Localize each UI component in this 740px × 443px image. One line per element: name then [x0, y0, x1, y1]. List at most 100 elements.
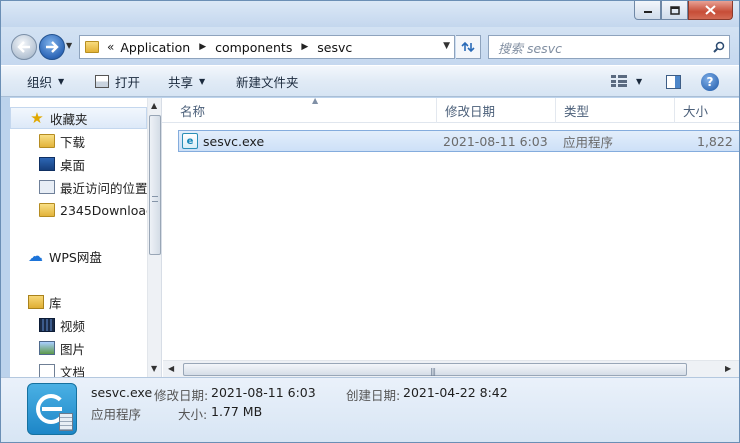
file-date: 2021-08-11 6:03	[443, 133, 548, 149]
explorer-window: ▼ « Application ▶ components ▶ sesvc ▼ 搜…	[0, 0, 740, 443]
minimize-button[interactable]	[634, 1, 661, 20]
change-view-button[interactable]	[611, 66, 627, 97]
breadcrumb-label: sesvc	[317, 39, 353, 55]
search-box[interactable]: 搜索 sesvc	[488, 35, 730, 59]
grip-icon	[152, 196, 158, 202]
help-button[interactable]: ?	[701, 66, 719, 97]
nav-label: 文档	[60, 364, 86, 378]
nav-documents[interactable]: 文档	[10, 360, 147, 377]
forward-button[interactable]	[39, 34, 65, 60]
scroll-right-arrow-icon[interactable]: ▶	[725, 364, 731, 373]
share-label: 共享	[168, 75, 194, 90]
nav-label: 视频	[60, 318, 86, 334]
folder-icon	[39, 203, 55, 217]
documents-icon	[39, 364, 55, 377]
back-button[interactable]	[11, 34, 37, 60]
views-icon	[611, 75, 627, 88]
close-button[interactable]	[688, 1, 733, 20]
cloud-icon: ☁	[28, 247, 43, 265]
file-name-cell: e sesvc.exe	[182, 131, 264, 151]
details-modified-label: 修改日期:	[154, 388, 209, 403]
nav-label: 库	[49, 295, 62, 311]
details-size-label: 大小:	[178, 407, 208, 422]
new-folder-button[interactable]: 新建文件夹	[236, 66, 299, 97]
column-label: 修改日期	[445, 104, 496, 119]
open-button[interactable]: 打开	[95, 66, 140, 97]
open-icon	[95, 75, 109, 88]
nav-label: 图片	[60, 341, 86, 357]
file-list[interactable]: 名称 ▲ 修改日期 类型 大小 e sesvc.exe 2021-08-11 6…	[161, 98, 739, 377]
nav-recent-places[interactable]: 最近访问的位置	[10, 176, 147, 198]
command-bar: 组织 ▼ 打开 共享 ▼ 新建文件夹 ▼ ?	[1, 65, 739, 97]
nav-label: 收藏夹	[50, 111, 88, 127]
close-icon	[705, 5, 716, 15]
file-name: sesvc.exe	[203, 133, 265, 149]
video-icon	[39, 318, 55, 332]
details-pane: sesvc.exe 修改日期: 2021-08-11 6:03 创建日期: 20…	[1, 377, 739, 442]
nav-favorites[interactable]: ★ 收藏夹	[10, 107, 147, 129]
caption-buttons	[634, 1, 733, 20]
title-bar[interactable]	[1, 1, 739, 27]
nav-videos[interactable]: 视频	[10, 314, 147, 336]
details-created-value: 2021-04-22 8:42	[403, 385, 508, 400]
column-header-row: 名称 ▲ 修改日期 类型 大小	[162, 98, 739, 123]
file-row-sesvc[interactable]: e sesvc.exe 2021-08-11 6:03 应用程序 1,822	[178, 130, 739, 152]
scroll-down-arrow-icon[interactable]: ▼	[151, 364, 157, 373]
file-size: 1,822	[697, 133, 733, 149]
address-bar[interactable]: « Application ▶ components ▶ sesvc ▼	[79, 35, 455, 59]
nav-scroll-thumb[interactable]	[149, 115, 161, 255]
nav-wps-cloud[interactable]: ☁ WPS网盘	[10, 245, 147, 267]
downloads-folder-icon	[39, 134, 55, 148]
nav-2345downloads[interactable]: 2345Downloac	[10, 199, 147, 221]
column-label: 名称	[180, 104, 206, 119]
library-icon	[28, 295, 44, 309]
address-dropdown[interactable]: ▼	[443, 41, 450, 51]
maximize-button[interactable]	[661, 1, 688, 20]
column-type[interactable]: 类型	[556, 98, 675, 123]
search-input[interactable]: 搜索 sesvc	[489, 38, 709, 57]
horizontal-scroll-thumb[interactable]: |||	[183, 363, 687, 376]
recent-pages-dropdown[interactable]: ▼	[66, 41, 76, 51]
breadcrumb-components[interactable]: components ▶	[209, 36, 311, 58]
preview-pane-button[interactable]	[666, 66, 681, 97]
chevron-right-icon[interactable]: ▶	[298, 42, 311, 52]
nav-desktop[interactable]: 桌面	[10, 153, 147, 175]
column-size[interactable]: 大小	[675, 98, 739, 123]
application-icon: e	[182, 133, 198, 149]
column-label: 类型	[564, 104, 590, 119]
nav-scrollbar[interactable]: ▲ ▼	[147, 98, 161, 377]
breadcrumb-overflow[interactable]: «	[99, 40, 114, 54]
nav-libraries[interactable]: 库	[10, 291, 147, 313]
new-folder-label: 新建文件夹	[236, 75, 299, 90]
back-arrow-icon	[17, 41, 30, 53]
refresh-button[interactable]	[456, 35, 481, 59]
refresh-icon	[461, 41, 475, 53]
nav-downloads[interactable]: 下载	[10, 130, 147, 152]
horizontal-scrollbar[interactable]: ◀ ||| ▶	[163, 360, 739, 377]
breadcrumb-label: components	[215, 39, 293, 55]
nav-label: 2345Downloac	[60, 202, 147, 218]
scroll-up-arrow-icon[interactable]: ▲	[151, 101, 157, 110]
nav-label: 下载	[60, 134, 86, 150]
column-name[interactable]: 名称 ▲	[172, 98, 437, 123]
organize-menu[interactable]: 组织 ▼	[27, 66, 64, 97]
nav-label: 桌面	[60, 157, 86, 173]
nav-label: WPS网盘	[49, 249, 102, 265]
chevron-right-icon[interactable]: ▶	[196, 42, 209, 52]
organize-label: 组织	[27, 75, 53, 90]
scroll-left-arrow-icon[interactable]: ◀	[168, 364, 174, 373]
column-date-modified[interactable]: 修改日期	[437, 98, 556, 123]
view-options-dropdown[interactable]: ▼	[636, 66, 642, 97]
search-icon[interactable]	[709, 37, 729, 57]
nav-pictures[interactable]: 图片	[10, 337, 147, 359]
share-menu[interactable]: 共享 ▼	[168, 66, 205, 97]
recent-places-icon	[39, 180, 55, 194]
forward-arrow-icon	[46, 41, 59, 53]
navigation-pane[interactable]: ★ 收藏夹 下载 桌面 最近访问的位置 2345Downloac ☁ WPS网盘…	[10, 98, 147, 377]
star-icon: ★	[30, 109, 44, 127]
breadcrumb-application[interactable]: Application ▶	[114, 36, 209, 58]
breadcrumb-label: Application	[120, 39, 191, 55]
open-label: 打开	[115, 75, 141, 90]
breadcrumb-sesvc[interactable]: sesvc	[311, 36, 358, 58]
dropdown-arrow-icon: ▼	[636, 77, 643, 86]
